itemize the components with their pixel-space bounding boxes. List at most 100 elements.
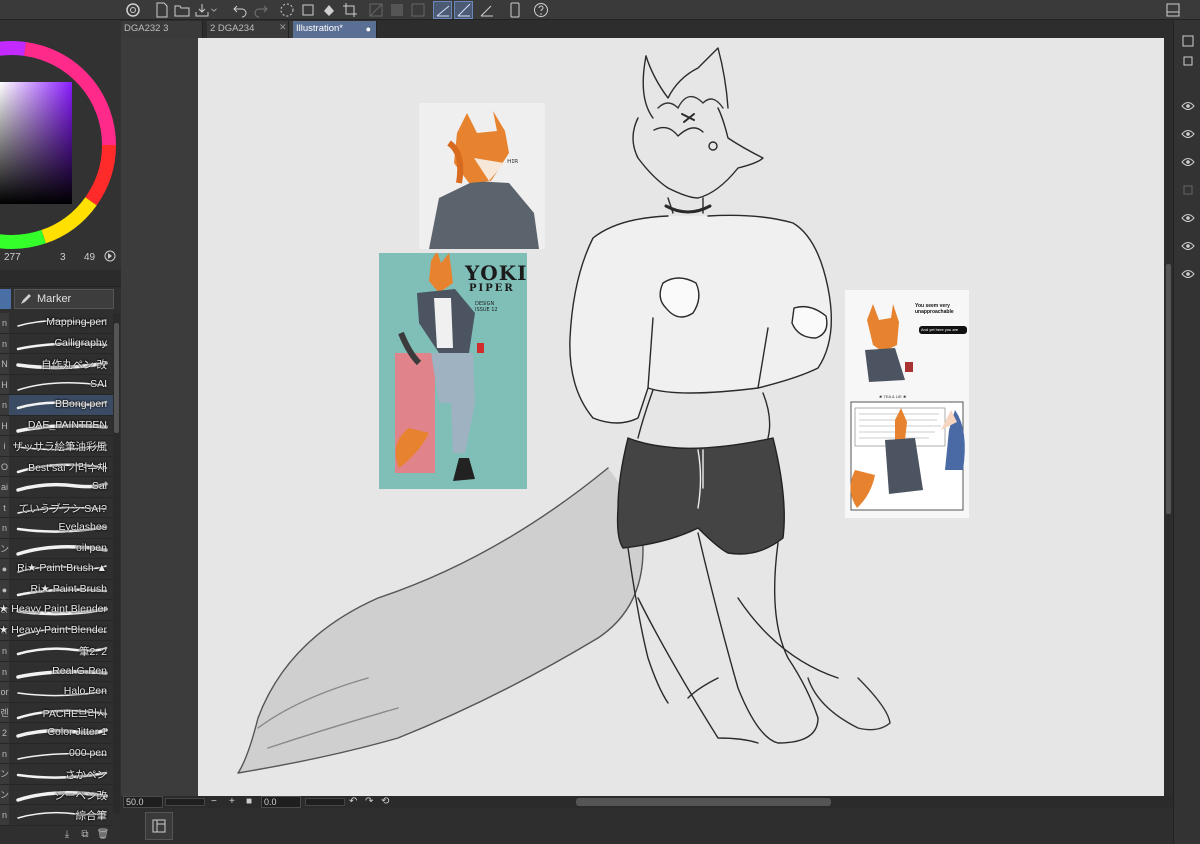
brush-group-marker[interactable] (0, 289, 11, 309)
rotate-left-icon[interactable]: ↶ (349, 796, 357, 807)
brush-item[interactable]: 렌 PACHE브러시 (0, 702, 113, 723)
brush-name: Best sai 기려수채 (28, 461, 107, 474)
reset-rotation-icon[interactable]: ⟲ (381, 796, 389, 807)
canvas-vertical-scrollbar[interactable] (1164, 38, 1173, 796)
brush-item[interactable]: n Ri★ Heavy Paint Blender (0, 620, 113, 641)
navigator-icon[interactable] (145, 812, 173, 840)
color-wheel-panel (0, 20, 121, 270)
brush-item[interactable]: or Halo Pen (0, 682, 113, 703)
open-folder-icon[interactable] (172, 1, 191, 19)
brush-item[interactable]: n BBong pen (0, 395, 113, 416)
brush-item[interactable]: n 綜合筆 (0, 805, 113, 826)
layer-visibility-eye-icon[interactable] (1180, 99, 1196, 113)
panel-collapse-icon[interactable] (1180, 34, 1196, 48)
brush-item[interactable]: n Real G-Pen (0, 661, 113, 682)
drawing-canvas[interactable]: ʜɪʀ YOKI PIPER DESIGN ISSUE 12 You seem … (198, 38, 1164, 796)
trash-icon[interactable]: 🗑 (96, 827, 110, 841)
tab-close-x-icon[interactable]: ✕ (279, 22, 287, 33)
zoom-slider[interactable] (165, 798, 205, 806)
navigator-strip (121, 808, 1173, 844)
color-wheel[interactable] (0, 20, 121, 270)
brush-list: n Mapping pen n Calligraphy N 自作丸ペン 改 H SAI n BBo… (0, 313, 113, 826)
redo-icon[interactable] (251, 1, 270, 19)
clip-studio-window: 277 3 49 Marker n Mapping pen n Calligraphy… (0, 0, 1200, 844)
color-mode-icon[interactable] (104, 250, 116, 265)
fill-icon[interactable] (319, 1, 338, 19)
brush-tag: ai (0, 477, 9, 497)
crop-icon[interactable] (340, 1, 359, 19)
undo-icon[interactable] (230, 1, 249, 19)
brush-tag: n (0, 395, 9, 415)
snap-ruler-icon[interactable] (433, 1, 452, 19)
brush-item[interactable]: 2 Color Jitter 1 (0, 723, 113, 744)
companion-mode-icon[interactable] (505, 1, 524, 19)
brush-item[interactable]: N 自作丸ペン 改 (0, 354, 113, 375)
brush-item[interactable]: ン oil pen (0, 538, 113, 559)
brush-item[interactable]: n Calligraphy (0, 333, 113, 354)
tab-illustration-active[interactable]: Illustration* ● (293, 21, 377, 38)
brush-item[interactable]: ai Sai (0, 477, 113, 498)
vertical-scroll-thumb[interactable] (1166, 264, 1171, 514)
brush-item[interactable]: n 筆2. 2 (0, 641, 113, 662)
rotation-slider[interactable] (305, 798, 345, 806)
selection-invert-icon[interactable] (408, 1, 427, 19)
brush-group-tab[interactable]: Marker (14, 289, 114, 309)
chevron-down-icon[interactable] (209, 1, 219, 19)
brush-name: ジーペン改 (54, 789, 108, 802)
brush-item[interactable]: ン さかペン (0, 764, 113, 785)
duplicate-icon[interactable]: ⧉ (78, 827, 92, 841)
brush-item[interactable]: ン ジーペン改 (0, 784, 113, 805)
canvas-horizontal-scroll-thumb[interactable] (576, 798, 831, 806)
tab-dga232-3[interactable]: DGA232 3 (121, 21, 203, 38)
brush-tag: ン (0, 538, 9, 558)
brush-item[interactable]: t ていうブラシ SAI? (0, 497, 113, 518)
clear-icon[interactable] (298, 1, 317, 19)
brush-item[interactable]: O Best sai 기려수채 (0, 456, 113, 477)
brush-name: Real G-Pen (52, 664, 107, 677)
brush-item[interactable]: n Eyelashes (0, 518, 113, 539)
selection-gradient-icon[interactable] (387, 1, 406, 19)
brush-item[interactable]: ● Ri★ Paint Brush ▲ (0, 559, 113, 580)
scroll-thumb[interactable] (114, 323, 119, 433)
zoom-in-button[interactable]: + (229, 796, 235, 807)
layer-new-icon[interactable] (1180, 54, 1196, 68)
snap-grid-icon[interactable] (477, 1, 496, 19)
rotate-right-icon[interactable]: ↷ (365, 796, 373, 807)
brush-tag: ン (0, 784, 9, 804)
selection-off-icon[interactable] (366, 1, 385, 19)
fit-icon[interactable]: ■ (246, 796, 252, 807)
brush-name: oil pen (76, 541, 107, 554)
snap-special-ruler-icon[interactable] (454, 1, 473, 19)
help-icon[interactable] (531, 1, 550, 19)
panel-toggle-icon[interactable] (1163, 1, 1182, 19)
tab-close-icon[interactable]: ● (366, 21, 371, 37)
layer-visibility-eye-icon[interactable] (1180, 211, 1196, 225)
brush-item[interactable]: H SAI (0, 374, 113, 395)
zoom-input[interactable]: 50.0 (123, 796, 163, 808)
brush-item[interactable]: ● Ri★ Paint Brush (0, 579, 113, 600)
brush-item[interactable]: er Ri★ Heavy Paint Blender (0, 600, 113, 621)
layer-visibility-eye-icon[interactable] (1180, 267, 1196, 281)
canvas-area: ʜɪʀ YOKI PIPER DESIGN ISSUE 12 You seem … (121, 38, 1173, 796)
layer-visibility-eye-icon[interactable] (1180, 239, 1196, 253)
zoom-out-button[interactable]: − (211, 796, 217, 807)
brush-name: Calligraphy (54, 336, 107, 349)
brush-item[interactable]: i ザッサラ絵筆油彩風 (0, 436, 113, 457)
tab-2-dga234[interactable]: 2 DGA234 (207, 21, 289, 38)
brush-item[interactable]: n 000 pen (0, 743, 113, 764)
app-menu-icon[interactable] (123, 1, 142, 19)
brush-item[interactable]: n Mapping pen (0, 313, 113, 334)
layer-visibility-eye-icon[interactable] (1180, 127, 1196, 141)
brush-tag: n (0, 518, 9, 538)
brush-group-label: Marker (37, 293, 72, 305)
rotation-input[interactable]: 0.0 (261, 796, 301, 808)
brush-list-scrollbar[interactable] (113, 313, 120, 813)
layer-visibility-hidden-icon[interactable] (1180, 183, 1196, 197)
brush-name: Ri★ Paint Brush ▲ (17, 562, 107, 574)
new-file-icon[interactable] (152, 1, 171, 19)
layer-visibility-eye-icon[interactable] (1180, 155, 1196, 169)
loading-icon[interactable] (277, 1, 296, 19)
download-icon[interactable]: ⤓ (60, 827, 74, 841)
document-tabs: DGA232 3 2 DGA234 Illustration* ● ✕ (121, 20, 1173, 38)
brush-item[interactable]: H DAE_PAINTPEN (0, 415, 113, 436)
